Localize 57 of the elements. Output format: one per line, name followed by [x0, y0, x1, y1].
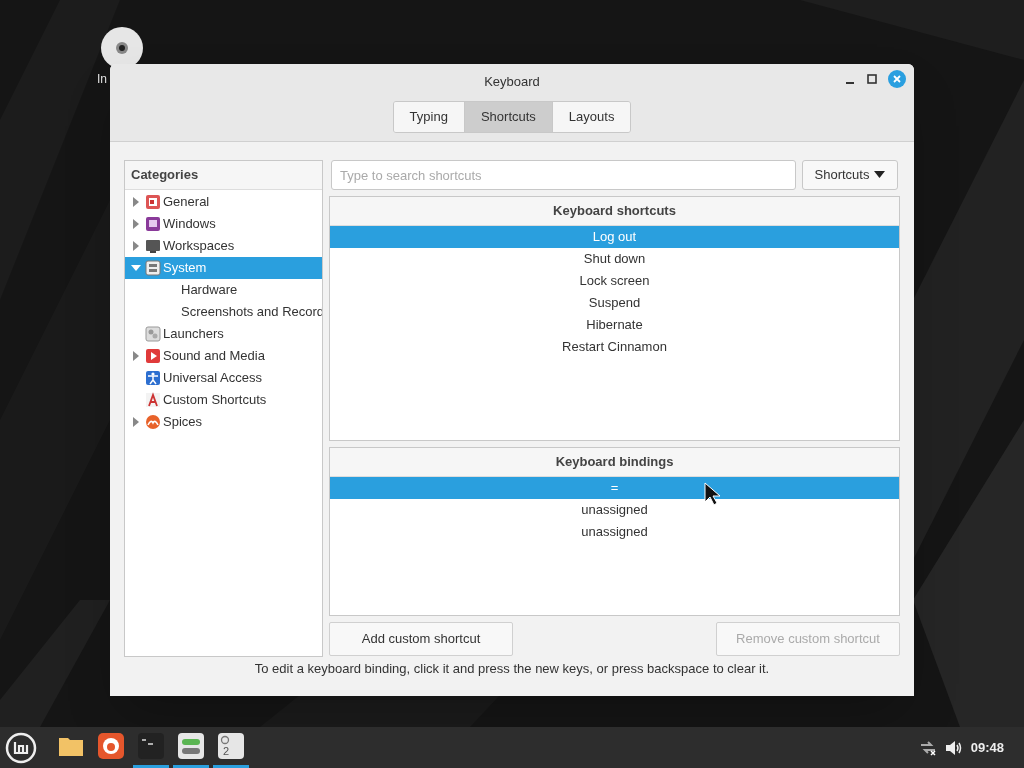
action-button[interactable]: Add custom shortcut — [329, 622, 513, 656]
expander-icon[interactable] — [131, 417, 141, 427]
filter-dropdown[interactable]: Shortcuts — [802, 160, 898, 190]
list-row[interactable]: unassigned — [330, 499, 899, 521]
tab[interactable]: Layouts — [551, 102, 631, 132]
menu-icon[interactable] — [5, 731, 37, 764]
mouse-pointer-icon — [704, 482, 722, 506]
expander-icon[interactable] — [131, 351, 141, 361]
desktop-icon-label[interactable]: In — [97, 72, 107, 86]
tree-item[interactable]: Spices — [125, 411, 322, 433]
tree-item[interactable]: Custom Shortcuts — [125, 389, 322, 411]
play-icon — [145, 348, 161, 364]
list-row[interactable]: Restart Cinnamon — [330, 336, 899, 358]
expander-icon[interactable] — [131, 263, 141, 273]
toggle-switch-icon — [175, 730, 207, 762]
list-row[interactable]: Lock screen — [330, 270, 899, 292]
list-row[interactable]: Suspend — [330, 292, 899, 314]
tab[interactable]: Typing — [393, 102, 464, 132]
caret-icon — [874, 171, 886, 179]
list-row[interactable]: Shut down — [330, 248, 899, 270]
system-icon — [145, 260, 161, 276]
taskbar-button[interactable]: 2 — [213, 727, 249, 768]
terminal-icon — [135, 730, 167, 762]
letter-tool-icon — [145, 392, 161, 408]
tree-item[interactable]: Universal Access — [125, 367, 322, 389]
list-row[interactable]: unassigned — [330, 521, 899, 543]
hint-text: To edit a keyboard binding, click it and press the new keys, or press backspace to clear it. — [253, 660, 771, 678]
workspace-number: 2 — [223, 744, 230, 759]
column-header: Keyboard shortcuts — [553, 202, 676, 221]
tab[interactable]: Shortcuts — [463, 102, 552, 132]
workspace-icon — [215, 730, 247, 762]
expander-icon[interactable] — [131, 197, 141, 207]
spices-icon — [145, 414, 161, 430]
tree-item[interactable]: General — [125, 191, 322, 213]
expander-icon[interactable] — [131, 241, 141, 251]
tree-item[interactable]: Windows — [125, 213, 322, 235]
monitor-icon — [145, 238, 161, 254]
tree-item[interactable]: Workspaces — [125, 235, 322, 257]
search-field[interactable]: Type to search shortcuts — [331, 160, 796, 190]
window-icon — [145, 216, 161, 232]
window-title: Keyboard — [484, 73, 540, 91]
expander-icon[interactable] — [131, 219, 141, 229]
preferences-icon — [145, 194, 161, 210]
tree-item[interactable]: Launchers — [125, 323, 322, 345]
volume-icon[interactable] — [944, 739, 963, 756]
close-icon[interactable] — [888, 70, 906, 88]
maximize-icon[interactable] — [866, 73, 878, 85]
launcher-icon — [145, 326, 161, 342]
network-disconnected-icon[interactable] — [918, 739, 937, 756]
accessibility-icon — [145, 370, 161, 386]
column-header: Keyboard bindings — [555, 453, 674, 472]
column-header: Categories — [131, 166, 199, 185]
clock[interactable]: 09:48 — [970, 737, 1004, 758]
browser-icon — [95, 730, 127, 762]
tree-item[interactable]: Sound and Media — [125, 345, 322, 367]
tree-item[interactable]: Hardware — [125, 279, 322, 301]
list-row[interactable]: Hibernate — [330, 314, 899, 336]
